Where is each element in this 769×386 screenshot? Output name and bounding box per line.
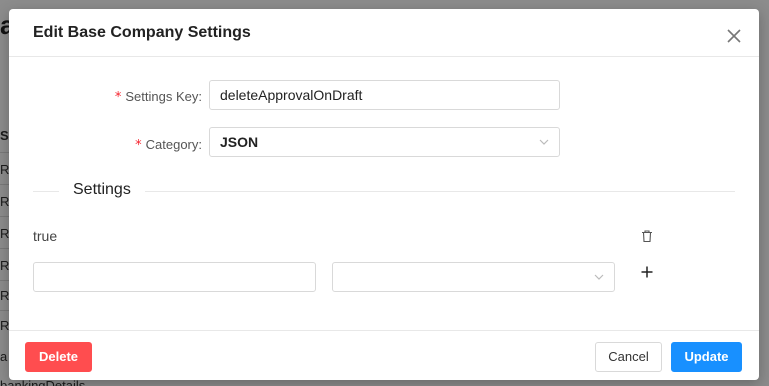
label-colon: : bbox=[198, 137, 202, 152]
category-label: * Category: bbox=[59, 137, 202, 153]
category-label-text: Category bbox=[145, 137, 199, 152]
cancel-button[interactable]: Cancel bbox=[595, 342, 662, 372]
required-mark: * bbox=[114, 90, 122, 105]
close-icon[interactable] bbox=[725, 27, 743, 45]
label-colon: : bbox=[198, 89, 202, 104]
chevron-down-icon bbox=[539, 139, 549, 145]
setting-value: true bbox=[33, 228, 58, 244]
settings-heading: Settings bbox=[59, 181, 145, 199]
settings-key-label-text: Settings Key bbox=[125, 89, 199, 104]
modal-header: Edit Base Company Settings bbox=[9, 9, 759, 57]
category-select[interactable]: JSON bbox=[209, 127, 560, 157]
modal-title: Edit Base Company Settings bbox=[33, 24, 251, 41]
settings-key-input[interactable]: deleteApprovalOnDraft bbox=[209, 80, 560, 110]
update-button[interactable]: Update bbox=[671, 342, 742, 372]
new-setting-value-input[interactable] bbox=[33, 262, 316, 292]
trash-icon[interactable] bbox=[640, 229, 654, 243]
chevron-down-icon bbox=[594, 274, 604, 280]
settings-key-label: * Settings Key: bbox=[59, 89, 202, 105]
required-mark: * bbox=[135, 138, 142, 153]
new-setting-type-select[interactable] bbox=[332, 262, 615, 292]
delete-button[interactable]: Delete bbox=[25, 342, 92, 372]
add-icon[interactable] bbox=[640, 265, 654, 279]
category-selected-value: JSON bbox=[220, 134, 259, 150]
modal-footer: Delete Cancel Update bbox=[9, 330, 759, 380]
edit-settings-modal: Edit Base Company Settings * Settings Key… bbox=[9, 9, 759, 380]
